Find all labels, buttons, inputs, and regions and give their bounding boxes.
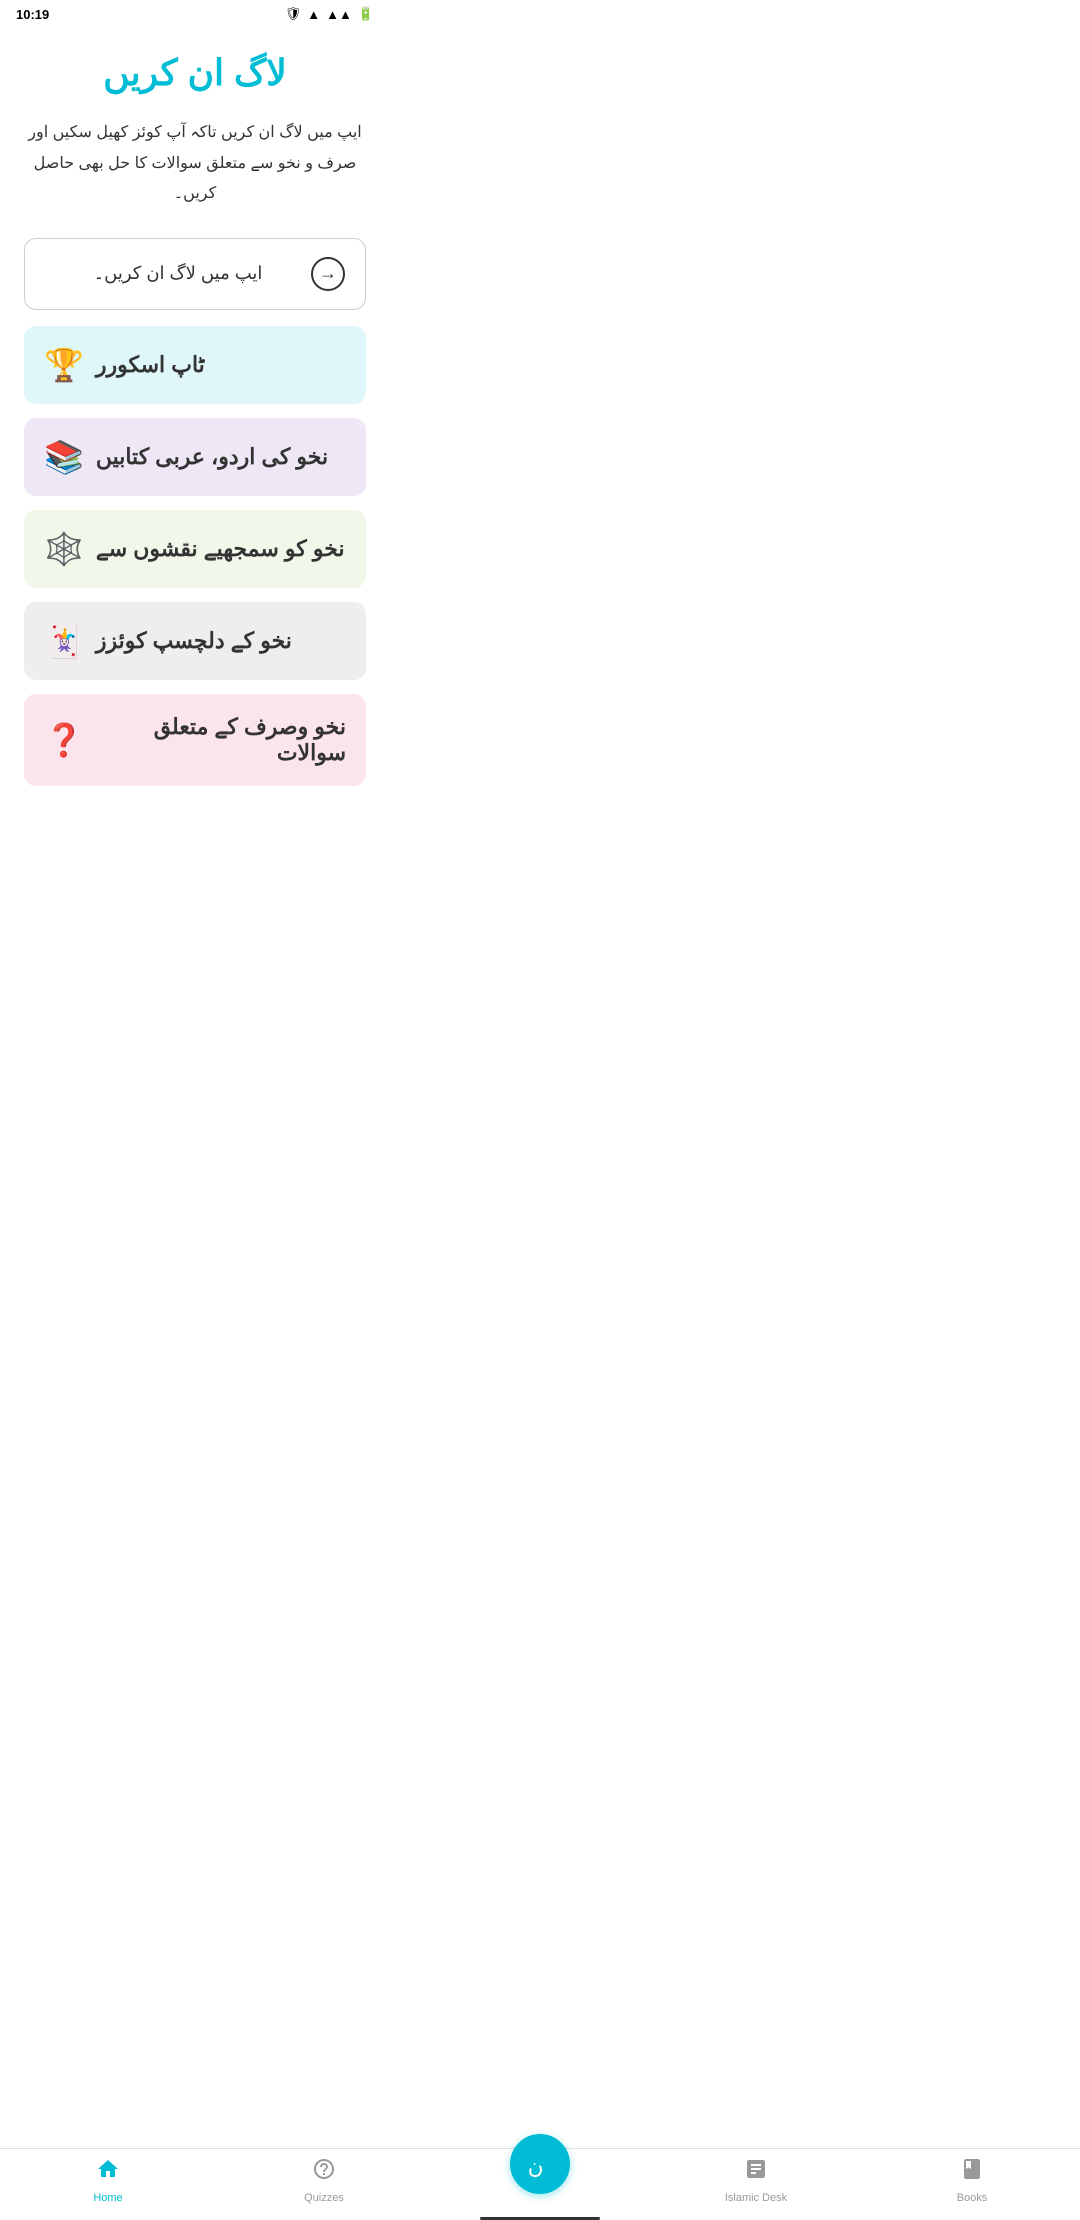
login-button-label: ایپ میں لاگ ان کریں۔ bbox=[45, 263, 311, 284]
trophy-icon: 🏆 bbox=[44, 346, 84, 384]
nav-islamic-desk[interactable]: Islamic Desk bbox=[648, 2157, 864, 2204]
islamic-desk-label: Islamic Desk bbox=[725, 2192, 787, 2204]
login-button[interactable]: → ایپ میں لاگ ان کریں۔ bbox=[24, 238, 366, 310]
diagrams-card[interactable]: نخو کو سمجھیے نقشوں سے 🕸️ bbox=[24, 510, 366, 588]
signal-icon: ▲▲ bbox=[326, 7, 352, 22]
top-scorer-card[interactable]: ٹاپ اسکورر 🏆 bbox=[24, 326, 366, 404]
islamic-desk-icon bbox=[744, 2157, 768, 2188]
main-content: لاگ ان کریں ایپ میں لاگ ان کریں تاکہ آپ … bbox=[0, 28, 390, 900]
quizzes-nav-label: Quizzes bbox=[304, 2192, 344, 2204]
books-card[interactable]: نخو کی اردو، عربی کتابیں 📚 bbox=[24, 418, 366, 496]
quizzes-label: نخو کے دلچسپ کوئزز bbox=[96, 628, 292, 654]
nav-home[interactable]: Home bbox=[0, 2157, 216, 2204]
quizzes-nav-icon bbox=[312, 2157, 336, 2188]
quiz-card-icon: 🃏 bbox=[44, 622, 84, 660]
page-title: لاگ ان کریں bbox=[24, 48, 366, 98]
network-icon: 🕸️ bbox=[44, 530, 84, 568]
status-time: 10:19 bbox=[16, 7, 49, 22]
battery-icon: 🔋 bbox=[358, 6, 374, 22]
page-description: ایپ میں لاگ ان کریں تاکہ آپ کوئز کھیل سک… bbox=[24, 118, 366, 209]
books-icon: 📚 bbox=[44, 438, 84, 476]
diagrams-label: نخو کو سمجھیے نقشوں سے bbox=[96, 536, 345, 562]
question-icon: ❓ bbox=[44, 721, 84, 759]
books-nav-icon bbox=[960, 2157, 984, 2188]
nav-center[interactable]: ن bbox=[432, 2158, 648, 2204]
arrow-right-icon: → bbox=[311, 257, 345, 291]
books-nav-label: Books bbox=[957, 2192, 988, 2204]
shield-icon: 🛡 bbox=[285, 6, 302, 22]
status-bar: 10:19 🛡 ▲ ▲▲ 🔋 bbox=[0, 0, 390, 28]
svg-text:ن: ن bbox=[528, 2154, 544, 2178]
center-button[interactable]: ن bbox=[510, 2134, 570, 2194]
books-label: نخو کی اردو، عربی کتابیں bbox=[96, 444, 328, 470]
home-label: Home bbox=[93, 2192, 122, 2204]
quizzes-card[interactable]: نخو کے دلچسپ کوئزز 🃏 bbox=[24, 602, 366, 680]
nav-quizzes[interactable]: Quizzes bbox=[216, 2157, 432, 2204]
bottom-nav: Home Quizzes ن Islamic Desk bbox=[0, 2148, 1080, 2220]
questions-card[interactable]: نخو وصرف کے متعلق سوالات ❓ bbox=[24, 694, 366, 786]
nav-books[interactable]: Books bbox=[864, 2157, 1080, 2204]
home-icon bbox=[96, 2157, 120, 2188]
status-icons: 🛡 ▲ ▲▲ 🔋 bbox=[285, 6, 374, 22]
wifi-icon: ▲ bbox=[307, 7, 320, 22]
top-scorer-label: ٹاپ اسکورر bbox=[96, 352, 205, 378]
questions-label: نخو وصرف کے متعلق سوالات bbox=[96, 714, 346, 766]
